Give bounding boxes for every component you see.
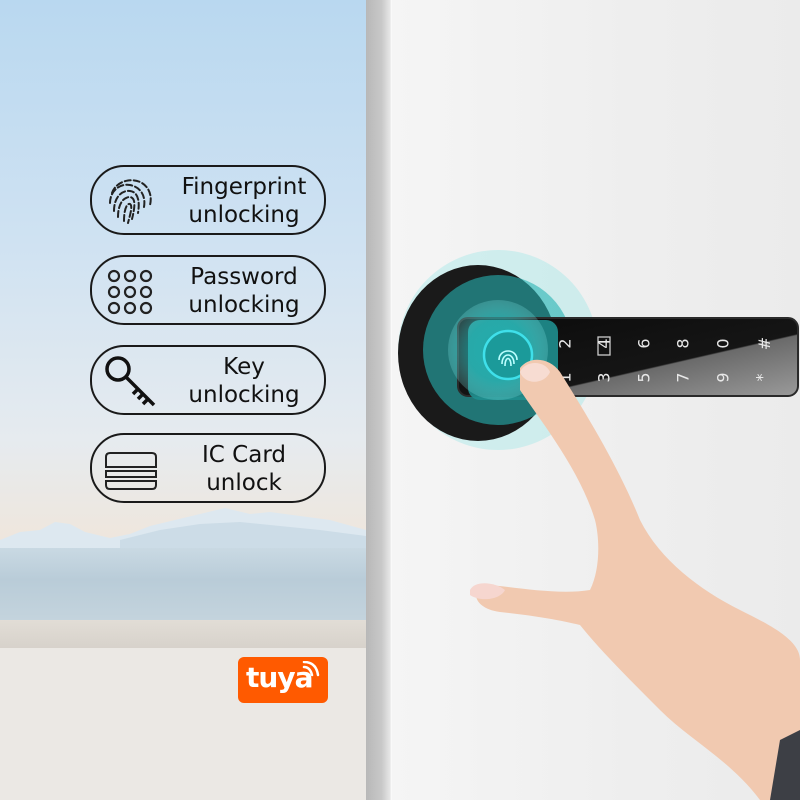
hand <box>470 359 800 800</box>
